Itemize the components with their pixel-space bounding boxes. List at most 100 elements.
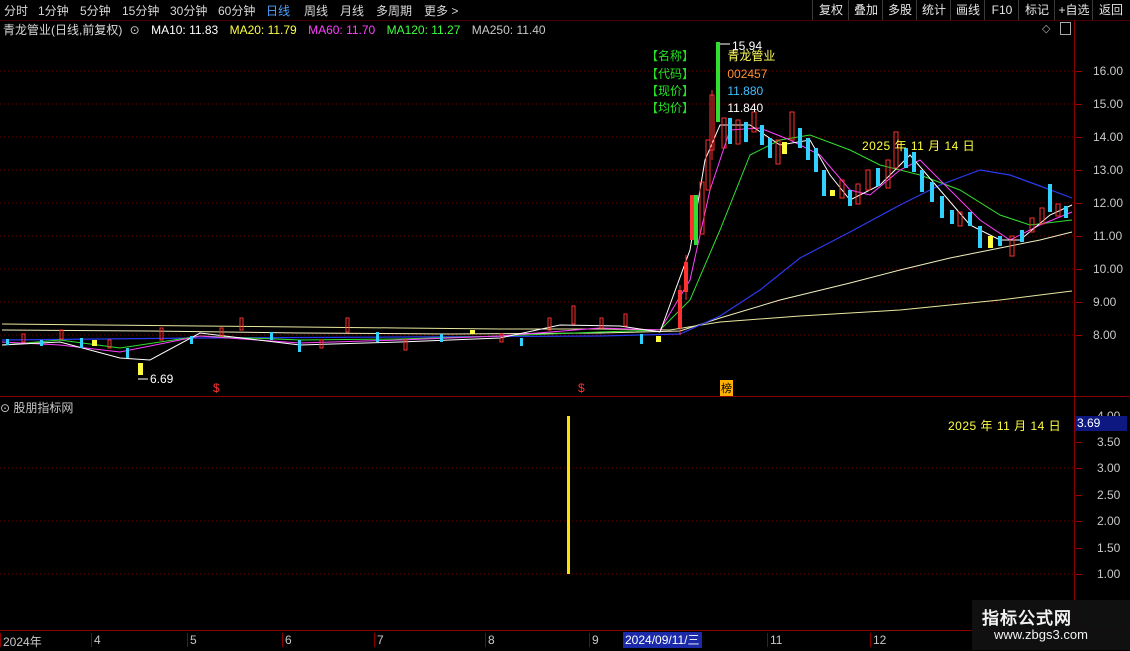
- candle: [830, 190, 835, 196]
- avg-key: 【均价】: [646, 101, 695, 115]
- candle: [298, 340, 301, 352]
- candle: [138, 363, 143, 375]
- candle: [190, 336, 193, 344]
- indicator-toggle-icon[interactable]: ⊙: [0, 401, 10, 415]
- ma-line-10: [1, 127, 1073, 353]
- price-tick: 12.00: [1075, 196, 1124, 210]
- candle: [705, 139, 711, 191]
- candle: [912, 152, 916, 172]
- time-label: 11: [766, 633, 783, 647]
- indicator-tick: 3.50: [1075, 435, 1121, 449]
- candle: [988, 236, 993, 248]
- ma-line-20: [1, 134, 1073, 349]
- candle: [678, 290, 682, 328]
- price-axis: 16.00 15.00 14.00 13.00 12.00 11.00 10.0…: [1074, 21, 1130, 396]
- ma-line-long: [1, 290, 1073, 331]
- price-tick: 9.00: [1075, 295, 1117, 309]
- code-value: 002457: [727, 67, 768, 81]
- indicator-title[interactable]: ⊙ 股朋指标网: [0, 399, 73, 416]
- candle: [940, 196, 944, 218]
- candle: [547, 317, 552, 331]
- indicator-tick: 1.50: [1075, 541, 1121, 555]
- candle: [744, 122, 748, 142]
- candle: [930, 182, 934, 202]
- candle: [21, 333, 26, 343]
- indicator-bar: [567, 416, 570, 574]
- chart-date-label: 2025 年 11 月 14 日: [862, 139, 976, 153]
- candle: [440, 334, 443, 342]
- ma-line-60: [1, 169, 1073, 341]
- candle: [571, 305, 576, 325]
- indicator-date-label: 2025 年 11 月 14 日: [948, 419, 1062, 433]
- candle: [782, 142, 787, 154]
- code-key: 【代码】: [646, 67, 695, 81]
- stock-avg-row: 【均价】 11.840: [646, 99, 763, 116]
- candle: [59, 329, 64, 340]
- indicator-current-value: 3.69: [1075, 416, 1127, 431]
- ma-line-5: [1, 124, 1073, 361]
- time-label: 5: [187, 633, 197, 647]
- low-price-label: 6.69: [150, 372, 174, 386]
- event-marker[interactable]: $: [213, 381, 220, 395]
- time-label: 9: [589, 633, 599, 647]
- avg-value: 11.840: [727, 101, 764, 115]
- watermark: 指标公式网 www.zbgs3.com: [972, 600, 1130, 650]
- candle: [1055, 203, 1061, 217]
- pane-divider[interactable]: [0, 396, 1130, 397]
- candle: [599, 317, 604, 329]
- candle: [978, 226, 982, 248]
- candle: [855, 183, 861, 205]
- candle: [865, 169, 871, 191]
- indicator-name: 股朋指标网: [13, 401, 74, 415]
- candle: [735, 119, 741, 145]
- candle: [694, 195, 698, 245]
- candle: [520, 338, 523, 346]
- watermark-title: 指标公式网: [982, 609, 1072, 628]
- price-tick: 10.00: [1075, 262, 1124, 276]
- candle: [822, 170, 826, 196]
- candle: [92, 340, 97, 346]
- event-marker[interactable]: $: [578, 381, 585, 395]
- candle: [6, 339, 9, 345]
- candle: [814, 148, 818, 172]
- price-tick: 11.00: [1075, 229, 1123, 243]
- candle: [920, 170, 924, 192]
- candle: [1064, 206, 1068, 218]
- price-tick: 8.00: [1075, 328, 1117, 342]
- candle: [728, 118, 732, 144]
- price-tick: 16.00: [1075, 64, 1124, 78]
- stock-name-row: 【名称】 青龙管业: [646, 47, 775, 64]
- name-key: 【名称】: [646, 49, 695, 63]
- indicator-tick: 2.50: [1075, 488, 1121, 502]
- time-axis: 2024年 4 5 6 7 8 9 11 12 2024/09/11/三: [0, 630, 1130, 651]
- candle: [885, 159, 891, 189]
- price-tick: 15.00: [1075, 97, 1124, 111]
- candle: [470, 330, 475, 334]
- candle: [345, 317, 350, 333]
- stock-price-row: 【现价】 11.880: [646, 82, 763, 99]
- time-cursor-label: 2024/09/11/三: [623, 632, 702, 648]
- chart-canvas: [0, 42, 1074, 575]
- time-label: 12: [869, 633, 887, 647]
- time-label: 7: [374, 633, 384, 647]
- price-value: 11.880: [727, 84, 764, 98]
- ma-line-120: [1, 231, 1073, 335]
- candle: [239, 317, 244, 331]
- candle: [80, 338, 83, 348]
- candle: [1048, 184, 1052, 212]
- candle: [270, 332, 273, 340]
- candle: [768, 138, 772, 158]
- candle: [848, 190, 852, 206]
- candle: [623, 313, 628, 327]
- name-value: 青龙管业: [727, 49, 776, 63]
- indicator-axis: 4.00 3.50 3.00 2.50 2.00 1.50 1.00: [1074, 397, 1130, 630]
- rank-list-marker[interactable]: 榜: [720, 380, 733, 396]
- candle: [1020, 230, 1024, 242]
- candle: [760, 125, 764, 145]
- candle: [789, 111, 795, 141]
- price-key: 【现价】: [646, 84, 695, 98]
- candle: [968, 212, 972, 226]
- time-label: 6: [282, 633, 292, 647]
- indicator-tick: 1.00: [1075, 567, 1121, 581]
- time-label: 2024年: [0, 633, 42, 649]
